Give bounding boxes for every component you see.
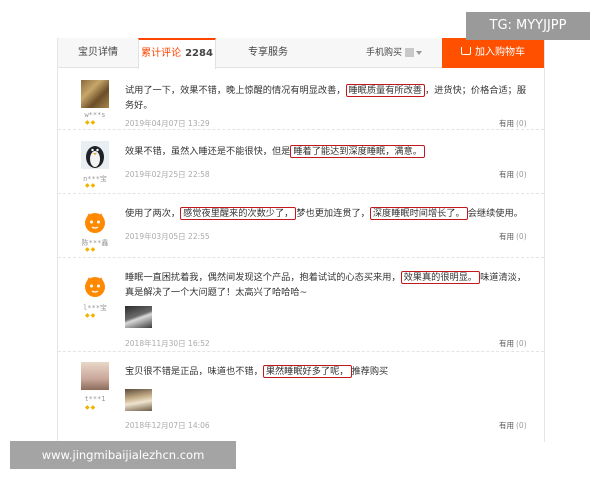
- orange-mascot-avatar-icon: [85, 213, 105, 233]
- tab-reviews[interactable]: 累计评论 2284: [138, 38, 216, 69]
- highlight-box: 睡着了能达到深度睡眠，满意。: [290, 145, 425, 158]
- review-date: 2018年12月07日 14:06: [125, 421, 210, 430]
- reviewer-level-badge: ◆◆: [85, 182, 97, 189]
- review-photo[interactable]: [125, 389, 152, 411]
- highlight-box: 效果真的很明显。: [400, 271, 481, 284]
- avatar: [81, 141, 109, 169]
- highlight-box: 果然睡眠好多了呢，: [262, 365, 352, 378]
- review-item: 陈***鑫 ◆◆ 使用了两次， 感觉夜里醒来的次数少了， 梦也更加连贯了， 深度睡眠时…: [58, 195, 544, 258]
- useful-button[interactable]: 有用 (0): [499, 420, 527, 431]
- tab-reviews-label: 累计评论: [141, 48, 182, 59]
- useful-button[interactable]: 有用 (0): [499, 338, 527, 349]
- review-date: 2019年02月25日 22:58: [125, 170, 210, 179]
- reviewer-nick: t***1: [84, 395, 106, 403]
- reviewer-level-badge: ◆◆: [85, 246, 97, 253]
- review-item: w***s ◆◆ 试用了一下，效果不错，晚上惊醒的情况有明显改善， 睡眠质量有所改…: [58, 68, 544, 130]
- watermark-tg: TG: MYYJJPP: [466, 12, 590, 40]
- review-text: 睡眠一直困扰着我，偶然间发现这个产品，抱着试试的心态买来用， 效果真的很明显。 味道…: [125, 271, 527, 298]
- penguin-avatar-icon: [86, 146, 104, 168]
- chevron-down-icon: [416, 50, 423, 55]
- cart-icon: [461, 47, 471, 55]
- add-to-cart-button[interactable]: 加入购物车: [442, 38, 544, 68]
- mobile-buy-link[interactable]: 手机购买: [366, 38, 423, 68]
- reviewer-nick: w***s: [84, 111, 106, 119]
- reviewer-level-badge: ◆◆: [85, 404, 97, 411]
- review-date: 2019年03月05日 22:55: [125, 232, 210, 241]
- highlight-box: 深度睡眠时间增长了。: [369, 207, 468, 220]
- tab-description[interactable]: 宝贝详情: [78, 38, 118, 68]
- tab-bar: 宝贝详情 累计评论 2284 专享服务 手机购买 加入购物车: [58, 38, 544, 69]
- reviewer-level-badge: ◆◆: [85, 119, 97, 126]
- avatar: [81, 362, 109, 390]
- review-text: 宝贝很不错是正品，味道也不错， 果然睡眠好多了呢， 推荐购买: [125, 365, 389, 378]
- avatar: [81, 80, 109, 108]
- review-item-content: 睡眠一直困扰着我，偶然间发现这个产品，抱着试试的心态买来用， 效果真的很明显。 味道…: [58, 259, 544, 352]
- qr-code-icon: [405, 48, 415, 57]
- useful-button[interactable]: 有用 (0): [499, 231, 527, 242]
- review-item: t***1 ◆◆ 宝贝很不错是正品，味道也不错， 果然睡眠好多了呢， 推荐购买 20…: [58, 353, 544, 442]
- review-date: 2018年11月30日 16:52: [125, 339, 210, 348]
- mobile-buy-label: 手机购买: [366, 48, 403, 58]
- tab-service[interactable]: 专享服务: [248, 38, 288, 68]
- review-text: 效果不错，虽然入睡还是不能很快，但是 睡着了能达到深度睡眠，满意。: [125, 144, 533, 159]
- review-date: 2019年04月07日 13:29: [125, 119, 210, 128]
- highlight-box: 感觉夜里醒来的次数少了，: [180, 207, 297, 220]
- avatar: [81, 207, 109, 235]
- review-text: 试用了一下，效果不错，晚上惊醒的情况有明显改善， 睡眠质量有所改善 ，进货快；价格合…: [125, 84, 527, 111]
- useful-button[interactable]: 有用 (0): [499, 118, 527, 129]
- review-count: 2284: [185, 48, 213, 59]
- review-item: n***宝 ◆◆ 效果不错，虽然入睡还是不能很快，但是 睡着了能达到深度睡眠，满意…: [58, 131, 544, 194]
- highlight-box: 睡眠质量有所改善: [345, 84, 425, 97]
- review-text: 使用了两次， 感觉夜里醒来的次数少了， 梦也更加连贯了， 深度睡眠时间增长了。 会继续使…: [125, 207, 523, 220]
- watermark-site: www.jingmibaijialezhcn.com: [10, 441, 236, 469]
- review-photo[interactable]: [125, 306, 152, 328]
- add-to-cart-label: 加入购物车: [475, 47, 525, 58]
- product-page: 宝贝详情 累计评论 2284 专享服务 手机购买 加入购物车 w***s ◆◆ 试…: [57, 38, 545, 442]
- useful-button[interactable]: 有用 (0): [499, 169, 527, 180]
